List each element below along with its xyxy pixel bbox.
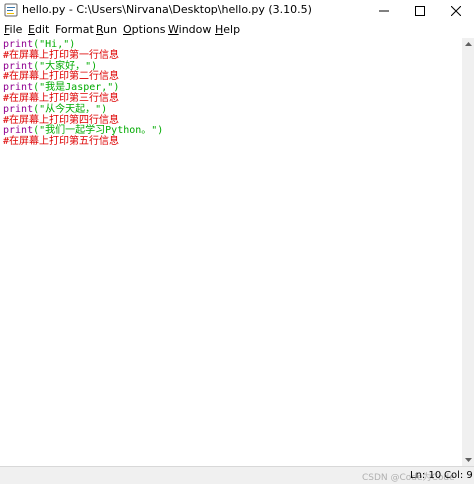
menu-window[interactable]: Window bbox=[168, 23, 211, 36]
code-editor[interactable]: print("Hi,") #在屏幕上打印第一行信息 print("大家好，") … bbox=[0, 38, 462, 466]
menu-bar: File Edit Format Run Options Window Help bbox=[0, 22, 474, 38]
scroll-down-icon bbox=[464, 458, 472, 462]
menu-edit[interactable]: Edit bbox=[28, 23, 49, 36]
python-idle-icon bbox=[4, 3, 18, 17]
scroll-up-icon bbox=[464, 42, 472, 46]
scroll-up-button[interactable] bbox=[462, 38, 474, 50]
scroll-down-button[interactable] bbox=[462, 454, 474, 466]
menu-format[interactable]: Format bbox=[55, 23, 94, 36]
vertical-scrollbar[interactable] bbox=[462, 38, 474, 466]
code-line: #在屏幕上打印第五行信息 bbox=[3, 136, 120, 148]
close-icon bbox=[451, 6, 461, 16]
menu-file[interactable]: File bbox=[4, 23, 22, 36]
title-bar[interactable]: hello.py - C:\Users\Nirvana\Desktop\hell… bbox=[0, 0, 474, 22]
minimize-icon bbox=[379, 10, 389, 12]
maximize-button[interactable] bbox=[402, 0, 438, 22]
line-indicator: Ln: 10 bbox=[410, 470, 442, 481]
menu-options[interactable]: Options bbox=[123, 23, 165, 36]
menu-run[interactable]: Run bbox=[96, 23, 117, 36]
code-text: print("Hi,") #在屏幕上打印第一行信息 print("大家好，") … bbox=[3, 39, 163, 148]
status-bar: CSDN @Code为Code Ln: 10 Col: 9 bbox=[0, 466, 474, 484]
menu-help[interactable]: Help bbox=[215, 23, 240, 36]
maximize-icon bbox=[415, 6, 425, 16]
minimize-button[interactable] bbox=[366, 0, 402, 22]
close-button[interactable] bbox=[438, 0, 474, 22]
column-indicator: Col: 9 bbox=[444, 470, 473, 481]
window-title: hello.py - C:\Users\Nirvana\Desktop\hell… bbox=[22, 3, 312, 16]
